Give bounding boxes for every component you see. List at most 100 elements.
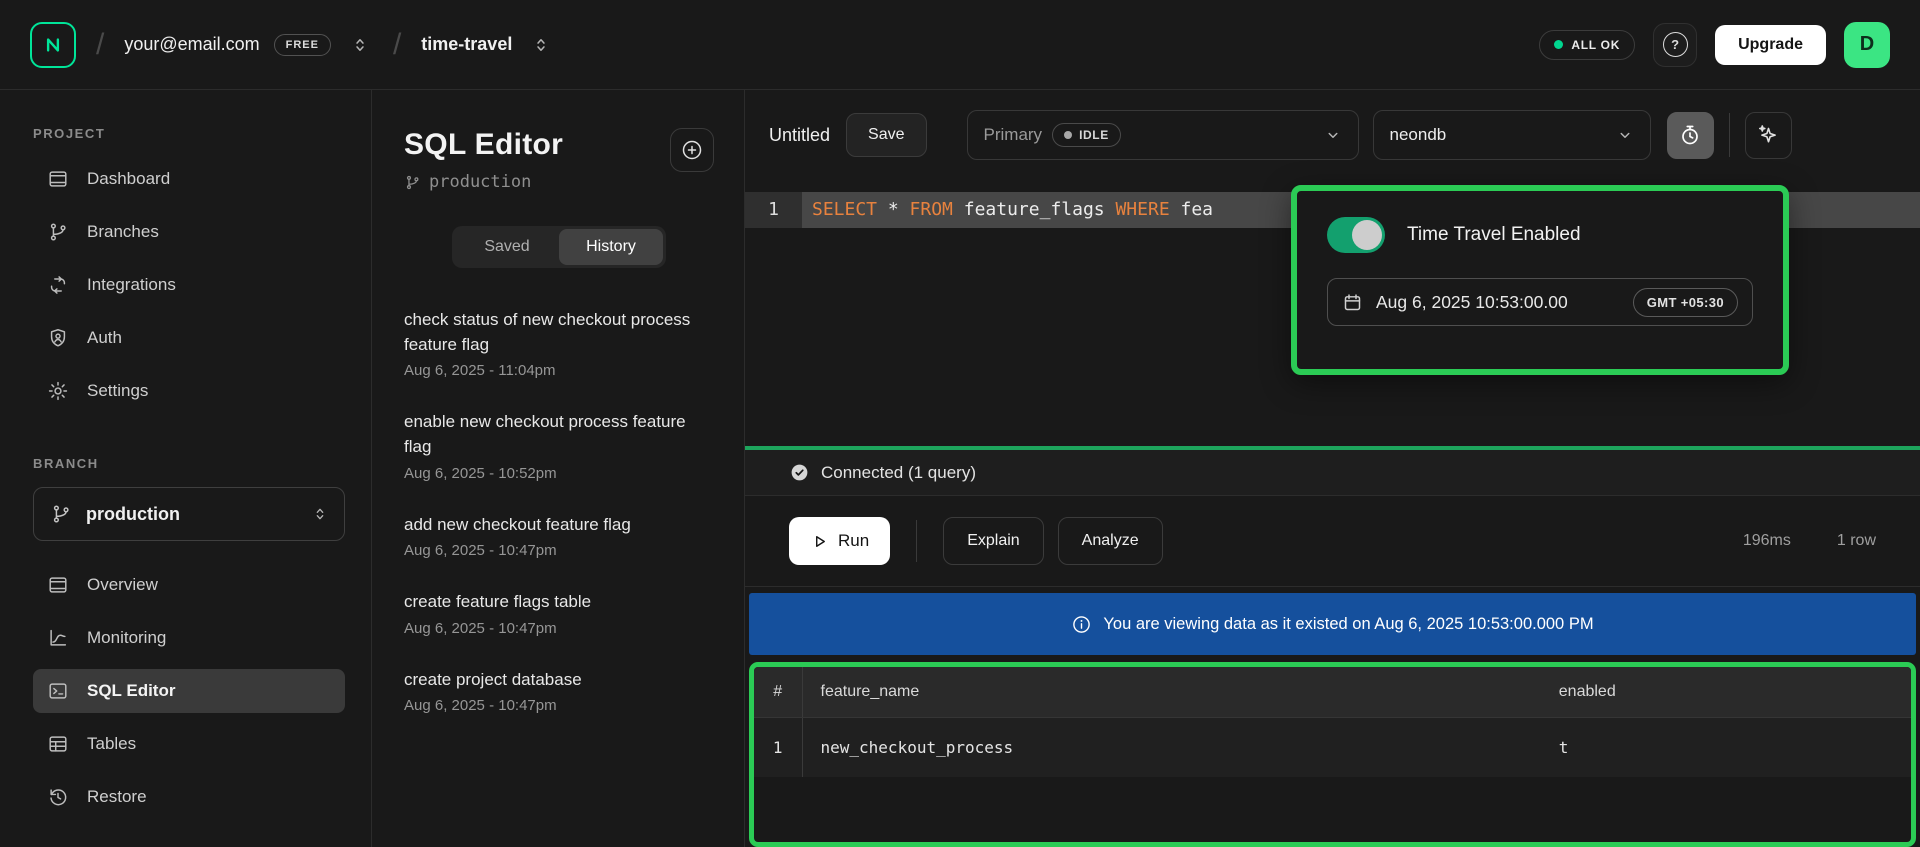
table-row: 1 new_checkout_process t	[754, 718, 1911, 778]
sidebar-item-monitoring[interactable]: Monitoring	[33, 616, 345, 660]
sidebar-item-integrations[interactable]: Integrations	[33, 263, 345, 307]
query-tab-title[interactable]: Untitled	[769, 125, 830, 146]
saved-history-tabs: Saved History	[452, 226, 666, 268]
line-number: 1	[745, 192, 802, 228]
play-icon	[810, 532, 829, 551]
info-icon	[1071, 614, 1092, 635]
sidebar: PROJECT Dashboard Branches Integrations …	[0, 90, 372, 847]
query-duration: 196ms	[1743, 532, 1791, 550]
auth-icon	[47, 327, 69, 349]
results-table-annotation: # feature_name enabled 1 new_checkout_pr…	[749, 662, 1916, 847]
sidebar-item-settings[interactable]: Settings	[33, 369, 345, 413]
status-dot-icon	[1554, 40, 1563, 49]
query-row-count: 1 row	[1837, 532, 1876, 550]
branch-section-label: BRANCH	[33, 456, 345, 471]
connection-status-bar: Connected (1 query)	[745, 450, 1920, 496]
cell-enabled: t	[1541, 718, 1911, 778]
history-item-title: check status of new checkout process fea…	[404, 308, 714, 357]
new-query-button[interactable]	[670, 128, 714, 172]
sparkles-icon	[1756, 123, 1780, 147]
results-table: # feature_name enabled 1 new_checkout_pr…	[754, 667, 1911, 777]
compute-selector[interactable]: Primary IDLE	[967, 110, 1359, 160]
dashboard-icon	[47, 168, 69, 190]
topbar-actions: ALL OK ? Upgrade D	[1539, 22, 1890, 68]
time-travel-popup: Time Travel Enabled Aug 6, 2025 10:53:00…	[1291, 185, 1789, 375]
sidebar-item-sql-editor[interactable]: SQL Editor	[33, 669, 345, 713]
sidebar-item-auth[interactable]: Auth	[33, 316, 345, 360]
time-travel-toggle[interactable]	[1327, 217, 1385, 253]
history-item[interactable]: check status of new checkout process fea…	[404, 308, 714, 379]
column-header-enabled: enabled	[1541, 667, 1911, 718]
neon-logo[interactable]	[30, 22, 76, 68]
check-circle-icon	[789, 462, 810, 483]
history-item-title: add new checkout feature flag	[404, 513, 714, 538]
project-switcher-button[interactable]	[528, 31, 554, 59]
datetime-value: Aug 6, 2025 10:53:00.00	[1376, 292, 1620, 313]
time-travel-button[interactable]	[1667, 112, 1714, 159]
cell-feature-name: new_checkout_process	[802, 718, 1541, 778]
tab-saved[interactable]: Saved	[455, 229, 559, 265]
branch-icon	[404, 174, 421, 191]
project-section-label: PROJECT	[33, 126, 345, 141]
history-item[interactable]: add new checkout feature flag Aug 6, 202…	[404, 513, 714, 560]
top-bar: / your@email.com FREE / time-travel ALL …	[0, 0, 1920, 90]
query-actions-bar: Run Explain Analyze 196ms 1 row	[745, 496, 1920, 586]
account-switcher-button[interactable]	[347, 31, 373, 59]
sidebar-item-restore[interactable]: Restore	[33, 775, 345, 819]
compute-name: Primary	[984, 125, 1043, 145]
tables-icon	[47, 733, 69, 755]
account-email[interactable]: your@email.com	[124, 34, 259, 55]
history-item-title: create feature flags table	[404, 590, 714, 615]
question-mark-icon: ?	[1663, 32, 1688, 57]
help-button[interactable]: ?	[1653, 23, 1697, 67]
ai-assist-button[interactable]	[1745, 112, 1792, 159]
settings-icon	[47, 380, 69, 402]
history-item-title: create project database	[404, 668, 714, 693]
tab-history[interactable]: History	[559, 229, 663, 265]
time-travel-datetime-field[interactable]: Aug 6, 2025 10:53:00.00 GMT +05:30	[1327, 278, 1753, 326]
project-name[interactable]: time-travel	[421, 34, 512, 55]
run-button[interactable]: Run	[789, 517, 890, 565]
system-status-pill[interactable]: ALL OK	[1539, 30, 1635, 60]
compute-status: IDLE	[1079, 128, 1109, 142]
calendar-icon	[1342, 292, 1363, 313]
sql-editor-panel: SQL Editor production Saved History chec…	[372, 90, 745, 847]
sidebar-item-overview[interactable]: Overview	[33, 563, 345, 607]
chevron-updown-icon	[351, 35, 369, 55]
sidebar-item-label: SQL Editor	[87, 681, 175, 701]
analyze-button[interactable]: Analyze	[1058, 517, 1163, 565]
history-item-timestamp: Aug 6, 2025 - 10:52pm	[404, 465, 714, 482]
sidebar-item-label: Overview	[87, 575, 158, 595]
history-item[interactable]: enable new checkout process feature flag…	[404, 410, 714, 481]
overview-icon	[47, 574, 69, 596]
restore-icon	[47, 786, 69, 808]
history-item[interactable]: create feature flags table Aug 6, 2025 -…	[404, 590, 714, 637]
user-avatar[interactable]: D	[1844, 22, 1890, 68]
history-item-title: enable new checkout process feature flag	[404, 410, 714, 459]
monitoring-icon	[47, 627, 69, 649]
breadcrumb-separator: /	[96, 28, 104, 62]
time-travel-banner: You are viewing data as it existed on Au…	[749, 593, 1916, 655]
table-header-row: # feature_name enabled	[754, 667, 1911, 718]
history-item-timestamp: Aug 6, 2025 - 10:47pm	[404, 620, 714, 637]
branch-selector[interactable]: production	[33, 487, 345, 541]
page-title: SQL Editor	[404, 128, 563, 162]
sidebar-item-dashboard[interactable]: Dashboard	[33, 157, 345, 201]
query-meta: 196ms 1 row	[1743, 532, 1876, 550]
timezone-badge: GMT +05:30	[1633, 288, 1738, 317]
chevron-down-icon	[1324, 126, 1342, 144]
actions-divider	[916, 520, 917, 562]
explain-button[interactable]: Explain	[943, 517, 1043, 565]
banner-text: You are viewing data as it existed on Au…	[1103, 615, 1593, 634]
sidebar-item-tables[interactable]: Tables	[33, 722, 345, 766]
toggle-knob	[1352, 220, 1382, 250]
sidebar-item-label: Auth	[87, 328, 122, 348]
history-item-timestamp: Aug 6, 2025 - 10:47pm	[404, 542, 714, 559]
sql-editor-icon	[47, 680, 69, 702]
sidebar-item-branches[interactable]: Branches	[33, 210, 345, 254]
breadcrumb-separator: /	[393, 28, 401, 62]
upgrade-button[interactable]: Upgrade	[1715, 25, 1826, 65]
database-selector[interactable]: neondb	[1373, 110, 1651, 160]
history-item[interactable]: create project database Aug 6, 2025 - 10…	[404, 668, 714, 715]
save-button[interactable]: Save	[846, 113, 926, 157]
